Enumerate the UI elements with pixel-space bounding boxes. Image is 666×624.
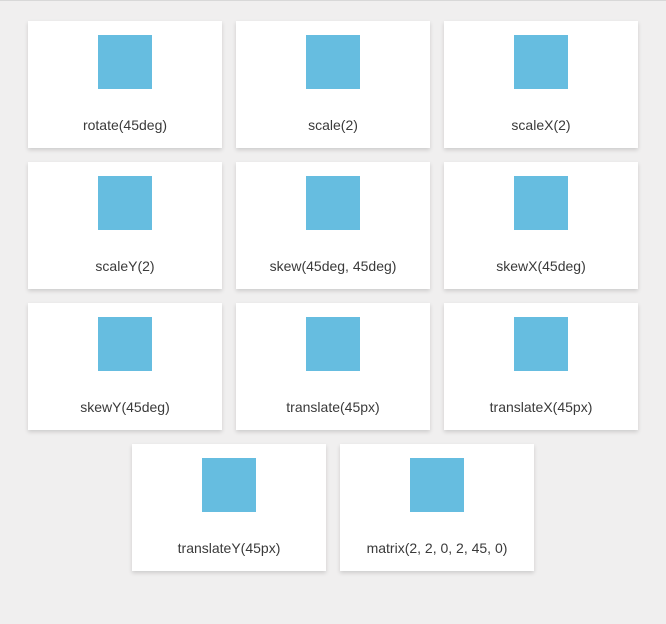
- transform-label: skew(45deg, 45deg): [236, 258, 430, 274]
- transform-card: skew(45deg, 45deg): [236, 162, 430, 289]
- transform-label: scaleX(2): [444, 117, 638, 133]
- color-swatch: [306, 176, 360, 230]
- color-swatch: [98, 317, 152, 371]
- transform-card: translateX(45px): [444, 303, 638, 430]
- color-swatch: [514, 35, 568, 89]
- transform-label: scaleY(2): [28, 258, 222, 274]
- transform-card: translateY(45px): [132, 444, 326, 571]
- color-swatch: [514, 317, 568, 371]
- transform-label: translate(45px): [236, 399, 430, 415]
- transform-card: skewX(45deg): [444, 162, 638, 289]
- color-swatch: [98, 35, 152, 89]
- transform-label: rotate(45deg): [28, 117, 222, 133]
- transform-card: skewY(45deg): [28, 303, 222, 430]
- transform-label: skewY(45deg): [28, 399, 222, 415]
- transform-card: rotate(45deg): [28, 21, 222, 148]
- transform-gallery: rotate(45deg) scale(2) scaleX(2) scaleY(…: [0, 0, 666, 624]
- color-swatch: [514, 176, 568, 230]
- color-swatch: [202, 458, 256, 512]
- transform-label: scale(2): [236, 117, 430, 133]
- transform-label: translateX(45px): [444, 399, 638, 415]
- transform-label: matrix(2, 2, 0, 2, 45, 0): [340, 540, 534, 556]
- card-grid: rotate(45deg) scale(2) scaleX(2) scaleY(…: [22, 21, 644, 571]
- color-swatch: [410, 458, 464, 512]
- transform-card: translate(45px): [236, 303, 430, 430]
- color-swatch: [306, 317, 360, 371]
- color-swatch: [98, 176, 152, 230]
- transform-label: skewX(45deg): [444, 258, 638, 274]
- transform-card: scaleY(2): [28, 162, 222, 289]
- color-swatch: [306, 35, 360, 89]
- transform-card: scale(2): [236, 21, 430, 148]
- transform-card: matrix(2, 2, 0, 2, 45, 0): [340, 444, 534, 571]
- transform-card: scaleX(2): [444, 21, 638, 148]
- transform-label: translateY(45px): [132, 540, 326, 556]
